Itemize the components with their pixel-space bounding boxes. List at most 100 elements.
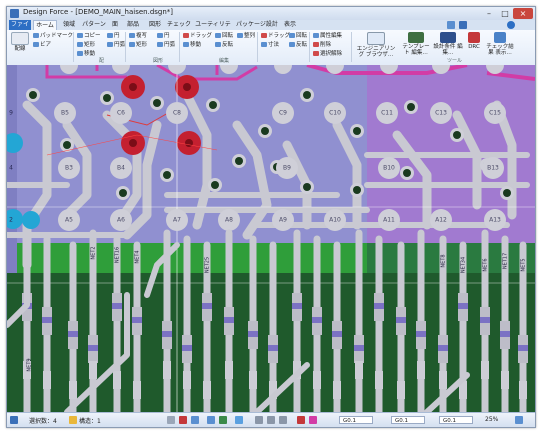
application-window: Design Force - [DEMO_MAIN_haisen.dsgn*] … (6, 6, 536, 428)
grid1-select[interactable]: G0.1 (339, 416, 373, 424)
tab-area[interactable]: 領域 (59, 20, 79, 30)
color-icon[interactable] (297, 416, 305, 424)
smd-pad (501, 371, 509, 389)
smd-pad (249, 371, 257, 389)
arc2-label: 円弧 (164, 42, 176, 48)
tab-pattern[interactable]: パターン (81, 20, 107, 30)
pcb-canvas[interactable]: B5 C6 C8 C9 C10 C11 C13 C15 B3 B4 B9 B10 B13 A5 A6 A7 A8… (7, 65, 535, 412)
rotate2-icon (289, 33, 295, 38)
copy-button[interactable]: コピー (77, 33, 101, 40)
via-hole (353, 127, 361, 135)
rotate2-button[interactable]: 回転 (289, 33, 307, 40)
check-result-label: チェック結果 表示… (486, 44, 514, 56)
structure-count: 構造：1 (79, 418, 101, 425)
ribbon-toolbar: 配線 パッドマーク ビア コピー 矩形 移動 円 円弧 配 複写 矩形 円 円弧… (7, 30, 535, 66)
attr-edit-button[interactable]: 属性編集 (313, 33, 342, 40)
via-hole (261, 127, 269, 135)
bga-pad-label: C10 (329, 110, 341, 117)
search-icon[interactable] (447, 21, 455, 29)
bga-pad-label: B3 (65, 165, 73, 172)
drc-button[interactable]: DRC (465, 32, 483, 50)
move2-button[interactable]: 移動 (183, 42, 201, 49)
smd-pad (225, 361, 233, 379)
design-setting-button[interactable]: 設計条件 編集… (433, 32, 463, 56)
tab-shape[interactable]: 図形 (145, 20, 165, 30)
tab-plane[interactable]: 面 (109, 20, 121, 30)
circle2-button[interactable]: 円 (157, 33, 170, 40)
stop-icon[interactable] (179, 416, 187, 424)
minimize-button[interactable]: – (481, 8, 497, 19)
tab-view[interactable]: 表示 (281, 20, 299, 30)
window-icon[interactable] (459, 21, 467, 29)
arc-label: 円弧 (114, 42, 126, 48)
circle-button[interactable]: 円 (107, 33, 120, 40)
net-label: NET8 (441, 254, 447, 267)
smd-pad-mark (396, 317, 406, 323)
bga-pad-label: A7 (173, 217, 181, 224)
measure-icon[interactable] (255, 416, 263, 424)
reverse2-button[interactable]: 反転 (289, 42, 307, 49)
red-pad-hole (183, 83, 191, 91)
smd-pad-mark (458, 303, 468, 309)
drag-button[interactable]: ドラッグ (183, 33, 212, 40)
dimension-icon (261, 42, 267, 47)
tab-package[interactable]: パッケージ設計 (235, 20, 279, 30)
move-button[interactable]: 移動 (77, 51, 95, 58)
deselect-button[interactable]: 選択解除 (313, 51, 342, 58)
template-edit-button[interactable]: テンプレート 編集… (401, 32, 431, 56)
tab-file[interactable]: ファイル (9, 20, 31, 38)
tab-check[interactable]: チェック (167, 20, 191, 30)
smd-pad-mark (268, 345, 278, 351)
zoom-select[interactable]: G0.1 (439, 416, 473, 424)
smd-pad (313, 371, 321, 389)
smd-pad (133, 381, 141, 399)
group-separator (73, 32, 74, 62)
copy2-button[interactable]: 複写 (129, 33, 147, 40)
rect-button[interactable]: 矩形 (77, 42, 95, 49)
bga-pad-label: C9 (279, 110, 287, 117)
bga-pad-label: C11 (381, 110, 393, 117)
align-button[interactable]: 整列 (237, 33, 255, 40)
rotate-button[interactable]: 回転 (215, 33, 233, 40)
tab-home[interactable]: ホーム (33, 20, 57, 30)
check-result-button[interactable]: チェック結果 表示… (485, 32, 515, 56)
tab-parts[interactable]: 部品 (123, 20, 143, 30)
reverse-button[interactable]: 反転 (215, 42, 233, 49)
help-icon[interactable] (507, 21, 515, 29)
delete-button[interactable]: 削除 (313, 42, 331, 49)
highlight-icon[interactable] (309, 416, 317, 424)
grid-icon[interactable] (235, 416, 243, 424)
bga-pad-label: A12 (435, 217, 447, 224)
arc-button[interactable]: 円弧 (107, 42, 125, 49)
rect2-button[interactable]: 矩形 (129, 42, 147, 49)
grid2-select[interactable]: G0.1 (391, 416, 425, 424)
smd-pad-mark (132, 317, 142, 323)
arc2-button[interactable]: 円弧 (157, 42, 175, 49)
snap-icon[interactable] (167, 416, 175, 424)
maximize-button[interactable]: □ (497, 8, 513, 19)
dimension-button[interactable]: 寸法 (261, 42, 279, 49)
via-hole (153, 99, 161, 107)
via-button[interactable]: ビア (33, 42, 51, 49)
tab-utility[interactable]: ユーティリティ (193, 20, 233, 38)
close-button[interactable]: × (513, 8, 533, 19)
smd-pad-mark (332, 331, 342, 337)
engineering-browser-button[interactable]: エンジニアリング ブラウザ… (355, 32, 397, 58)
via-hole (403, 169, 411, 177)
engineering-browser-label: エンジニアリング ブラウザ… (356, 46, 396, 58)
pointer-icon[interactable] (191, 416, 199, 424)
fit-view-icon[interactable] (515, 416, 523, 424)
route-button[interactable]: 配線 (9, 32, 31, 52)
filter-icon[interactable] (279, 416, 287, 424)
arrow-icon[interactable] (207, 416, 215, 424)
pcb-drawing[interactable]: B5 C6 C8 C9 C10 C11 C13 C15 B3 B4 B9 B10 B13 A5 A6 A7 A8… (7, 65, 535, 412)
pad-mark-button[interactable]: パッドマーク (33, 33, 73, 40)
bga-pad-label: A8 (225, 217, 233, 224)
app-icon (10, 9, 19, 18)
layer-view-icon[interactable] (267, 416, 275, 424)
drag2-button[interactable]: ドラッグ (261, 33, 290, 40)
smd-pad (163, 361, 171, 379)
layer-icon[interactable] (10, 416, 18, 424)
via-hole (453, 131, 461, 139)
route-mode-icon[interactable] (219, 416, 227, 424)
